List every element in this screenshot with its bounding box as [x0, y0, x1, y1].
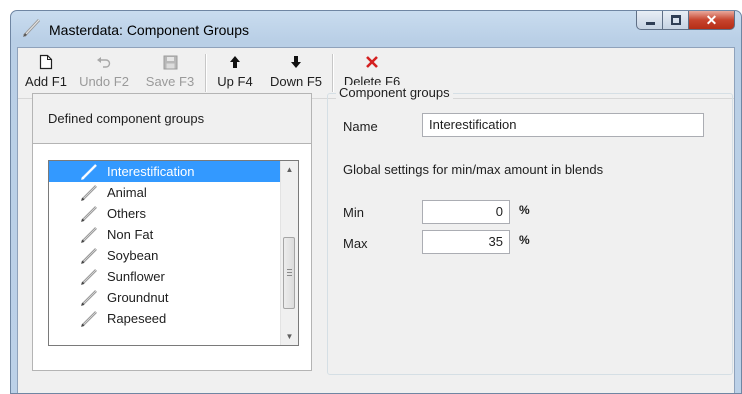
- list-item-label: Rapeseed: [107, 311, 167, 326]
- max-label: Max: [343, 236, 368, 251]
- maximize-button[interactable]: [663, 11, 689, 30]
- list-item[interactable]: Animal: [49, 182, 298, 203]
- min-label: Min: [343, 205, 364, 220]
- toolbar-separator: [332, 54, 334, 92]
- group-title: Component groups: [336, 85, 453, 100]
- list-item-label: Others: [107, 206, 147, 221]
- max-percent-label: %: [519, 233, 530, 247]
- new-document-icon: [39, 54, 53, 70]
- list-item-label: Soybean: [107, 248, 159, 263]
- list-item-label: Non Fat: [107, 227, 154, 242]
- minimize-button[interactable]: [636, 11, 663, 30]
- up-label: Up F4: [217, 74, 253, 89]
- close-button[interactable]: ✕: [689, 11, 735, 30]
- undo-label: Undo F2: [79, 74, 129, 89]
- defined-groups-panel: Defined component groups Interestificati…: [32, 93, 312, 371]
- component-groups-list[interactable]: Interestification Animal Others Non Fat Soyb…: [48, 160, 299, 346]
- pen-icon: [81, 164, 97, 180]
- title-bar[interactable]: Masterdata: Component Groups ✕: [11, 11, 741, 47]
- maximize-icon: [671, 15, 681, 25]
- name-label: Name: [343, 119, 378, 134]
- undo-icon: [97, 57, 111, 68]
- pen-icon: [81, 185, 97, 201]
- close-icon: ✕: [705, 12, 718, 28]
- floppy-disk-icon: [163, 55, 177, 69]
- defined-groups-header: Defined component groups: [33, 94, 311, 144]
- scroll-up-icon[interactable]: ▲: [281, 161, 298, 178]
- list-item[interactable]: Rapeseed: [49, 308, 298, 329]
- list-item-label: Interestification: [107, 164, 195, 179]
- pen-icon: [22, 18, 41, 38]
- up-button[interactable]: Up F4: [210, 52, 260, 94]
- list-item[interactable]: Interestification: [49, 161, 298, 182]
- delete-x-icon: [366, 56, 378, 68]
- add-label: Add F1: [25, 74, 67, 89]
- list-item-label: Groundnut: [107, 290, 169, 305]
- global-settings-heading: Global settings for min/max amount in bl…: [343, 162, 604, 177]
- toolbar-separator: [205, 54, 207, 92]
- scroll-thumb[interactable]: [283, 237, 295, 309]
- pen-icon: [81, 227, 97, 243]
- list-item[interactable]: Groundnut: [49, 287, 298, 308]
- pen-icon: [81, 311, 97, 327]
- pen-icon: [81, 206, 97, 222]
- save-button[interactable]: Save F3: [140, 52, 200, 94]
- pen-icon: [81, 269, 97, 285]
- save-label: Save F3: [145, 74, 195, 89]
- scroll-down-icon[interactable]: ▼: [281, 328, 298, 345]
- max-field[interactable]: 35: [422, 230, 510, 254]
- down-button[interactable]: Down F5: [264, 52, 328, 94]
- undo-button[interactable]: Undo F2: [72, 52, 136, 94]
- grip-icon: [287, 269, 292, 276]
- arrow-up-icon: [230, 56, 240, 68]
- minimize-icon: [646, 22, 655, 25]
- arrow-down-icon: [291, 56, 301, 68]
- down-label: Down F5: [269, 74, 323, 89]
- min-field[interactable]: 0: [422, 200, 510, 224]
- list-item-label: Animal: [107, 185, 147, 200]
- add-button[interactable]: Add F1: [24, 52, 68, 94]
- caption-buttons: ✕: [636, 11, 735, 31]
- list-item-label: Sunflower: [107, 269, 165, 284]
- list-item[interactable]: Non Fat: [49, 224, 298, 245]
- pen-icon: [81, 248, 97, 264]
- list-scrollbar[interactable]: ▲ ▼: [280, 161, 298, 345]
- list-item[interactable]: Others: [49, 203, 298, 224]
- pen-icon: [81, 290, 97, 306]
- min-percent-label: %: [519, 203, 530, 217]
- name-field[interactable]: Interestification: [422, 113, 704, 137]
- defined-groups-title: Defined component groups: [48, 111, 205, 126]
- component-groups-window: Masterdata: Component Groups ✕ Add F1 Un…: [10, 10, 742, 394]
- window-title: Masterdata: Component Groups: [49, 22, 249, 38]
- list-item[interactable]: Sunflower: [49, 266, 298, 287]
- component-groups-group: Component groups Name Interestification …: [327, 85, 733, 375]
- list-item[interactable]: Soybean: [49, 245, 298, 266]
